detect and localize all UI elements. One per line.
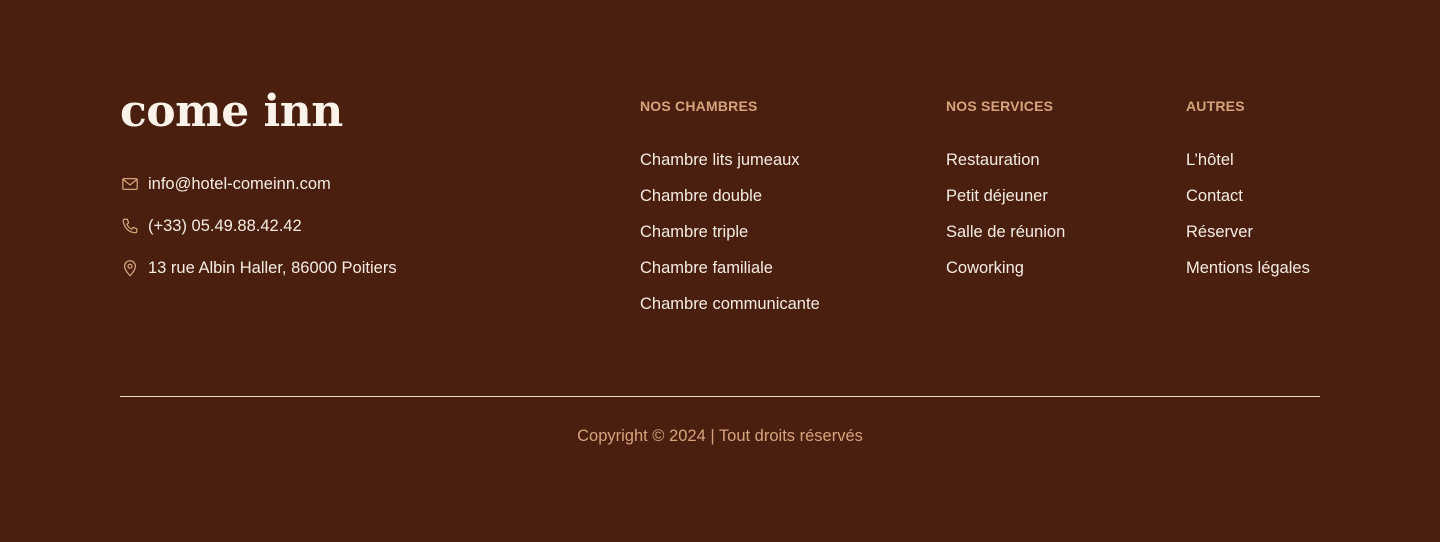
location-pin-icon (120, 259, 139, 278)
contact-address-text: 13 rue Albin Haller, 86000 Poitiers (148, 258, 397, 277)
contact-phone-text: (+33) 05.49.88.42.42 (148, 216, 302, 235)
mail-icon (120, 175, 139, 194)
footer-divider (120, 396, 1320, 397)
footer-link-chambre-communicante[interactable]: Chambre communicante (640, 294, 820, 330)
footer-link-chambre-triple[interactable]: Chambre triple (640, 222, 820, 258)
footer-link-chambre-familiale[interactable]: Chambre familiale (640, 258, 820, 294)
copyright-text: Copyright © 2024 | Tout droits réservés (577, 427, 863, 445)
footer-link-reserver[interactable]: Réserver (1186, 222, 1310, 258)
contact-address: 13 rue Albin Haller, 86000 Poitiers (120, 258, 397, 278)
footer-link-hotel[interactable]: L’hôtel (1186, 150, 1310, 186)
footer-link-restauration[interactable]: Restauration (946, 150, 1065, 186)
footer-column-chambres: NOS CHAMBRES Chambre lits jumeaux Chambr… (640, 98, 820, 330)
column-title: AUTRES (1186, 98, 1245, 114)
footer-link-chambre-lits-jumeaux[interactable]: Chambre lits jumeaux (640, 150, 820, 186)
contact-phone[interactable]: (+33) 05.49.88.42.42 (120, 216, 397, 236)
footer-column-autres: AUTRES L’hôtel Contact Réserver Mentions… (1186, 98, 1310, 294)
contact-email-text: info@hotel-comeinn.com (148, 174, 331, 193)
footer-link-petit-dejeuner[interactable]: Petit déjeuner (946, 186, 1065, 222)
column-title: NOS CHAMBRES (640, 98, 758, 114)
phone-icon (120, 217, 139, 236)
contact-email[interactable]: info@hotel-comeinn.com (120, 174, 397, 194)
footer-link-mentions-legales[interactable]: Mentions légales (1186, 258, 1310, 294)
column-title: NOS SERVICES (946, 98, 1054, 114)
link-list: L’hôtel Contact Réserver Mentions légale… (1186, 150, 1310, 294)
site-footer: come inn info@hotel-comeinn.com (+33) 05… (0, 0, 1440, 542)
contact-list: info@hotel-comeinn.com (+33) 05.49.88.42… (120, 174, 397, 300)
footer-column-services: NOS SERVICES Restauration Petit déjeuner… (946, 98, 1065, 294)
footer-link-coworking[interactable]: Coworking (946, 258, 1065, 294)
link-list: Chambre lits jumeaux Chambre double Cham… (640, 150, 820, 330)
footer-link-chambre-double[interactable]: Chambre double (640, 186, 820, 222)
brand-logo[interactable]: come inn (120, 90, 343, 134)
footer-link-contact[interactable]: Contact (1186, 186, 1310, 222)
link-list: Restauration Petit déjeuner Salle de réu… (946, 150, 1065, 294)
footer-link-salle-de-reunion[interactable]: Salle de réunion (946, 222, 1065, 258)
